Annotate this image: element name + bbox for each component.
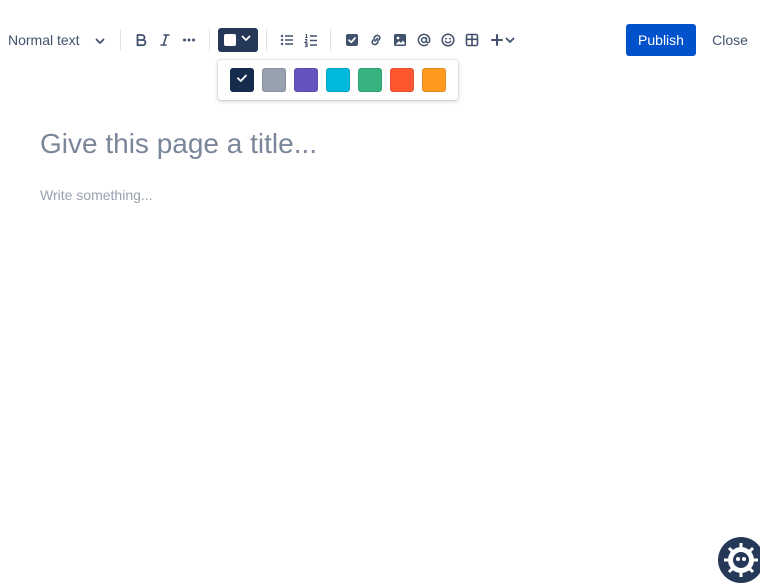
image-icon — [392, 32, 408, 48]
text-style-dropdown[interactable]: Normal text — [0, 26, 112, 54]
page-body-editor[interactable]: Write something... — [40, 187, 153, 203]
checkmark-icon — [235, 71, 249, 90]
text-color-button[interactable] — [218, 28, 258, 52]
page-title-input[interactable]: Give this page a title... — [40, 128, 317, 160]
color-swatch[interactable] — [422, 68, 446, 92]
more-icon — [181, 32, 197, 48]
color-swatch[interactable] — [358, 68, 382, 92]
numbered-list-button[interactable] — [299, 28, 323, 52]
color-swatch[interactable] — [326, 68, 350, 92]
plus-icon — [490, 33, 504, 47]
bold-button[interactable] — [129, 28, 153, 52]
editor-toolbar: Normal text Publish Close — [0, 22, 760, 58]
publish-button[interactable]: Publish — [626, 24, 696, 56]
table-button[interactable] — [460, 28, 484, 52]
help-bot-icon — [718, 543, 760, 583]
text-style-label: Normal text — [8, 32, 80, 48]
at-icon — [416, 32, 432, 48]
toolbar-divider — [120, 29, 121, 51]
link-icon — [368, 32, 384, 48]
link-button[interactable] — [364, 28, 388, 52]
chevron-down-icon — [504, 34, 516, 46]
italic-icon — [157, 32, 173, 48]
italic-button[interactable] — [153, 28, 177, 52]
text-color-palette — [218, 60, 458, 100]
color-swatch[interactable] — [390, 68, 414, 92]
chevron-down-icon — [240, 31, 252, 49]
checkbox-icon — [344, 32, 360, 48]
insert-more-button[interactable] — [486, 28, 520, 52]
toolbar-divider — [330, 29, 331, 51]
help-button[interactable] — [718, 537, 760, 583]
chevron-down-icon — [94, 34, 106, 50]
emoji-button[interactable] — [436, 28, 460, 52]
color-swatch[interactable] — [262, 68, 286, 92]
table-icon — [464, 32, 480, 48]
color-swatch[interactable] — [294, 68, 318, 92]
bold-icon — [133, 32, 149, 48]
color-swatch[interactable] — [230, 68, 254, 92]
mention-button[interactable] — [412, 28, 436, 52]
action-item-button[interactable] — [340, 28, 364, 52]
numbered-list-icon — [303, 32, 319, 48]
more-formatting-button[interactable] — [177, 28, 201, 52]
bullet-list-icon — [279, 32, 295, 48]
bullet-list-button[interactable] — [275, 28, 299, 52]
emoji-icon — [440, 32, 456, 48]
image-button[interactable] — [388, 28, 412, 52]
toolbar-divider — [266, 29, 267, 51]
current-color-swatch — [224, 34, 236, 46]
close-button[interactable]: Close — [704, 24, 756, 56]
toolbar-divider — [209, 29, 210, 51]
